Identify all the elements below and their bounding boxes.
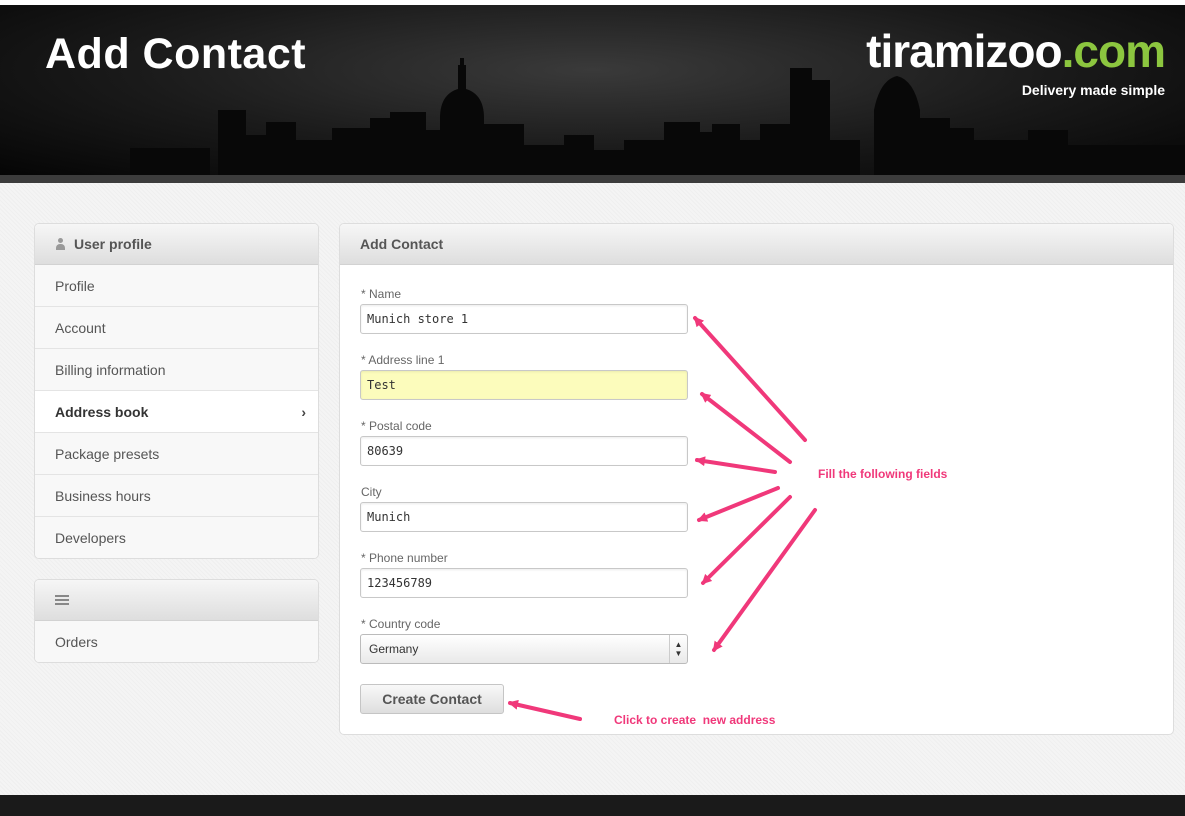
site-footer — [0, 795, 1185, 816]
fields-annotation: Fill the following fields — [818, 467, 948, 481]
annotation-arrows — [508, 316, 817, 721]
button-annotation: Click to create new address — [614, 713, 776, 727]
